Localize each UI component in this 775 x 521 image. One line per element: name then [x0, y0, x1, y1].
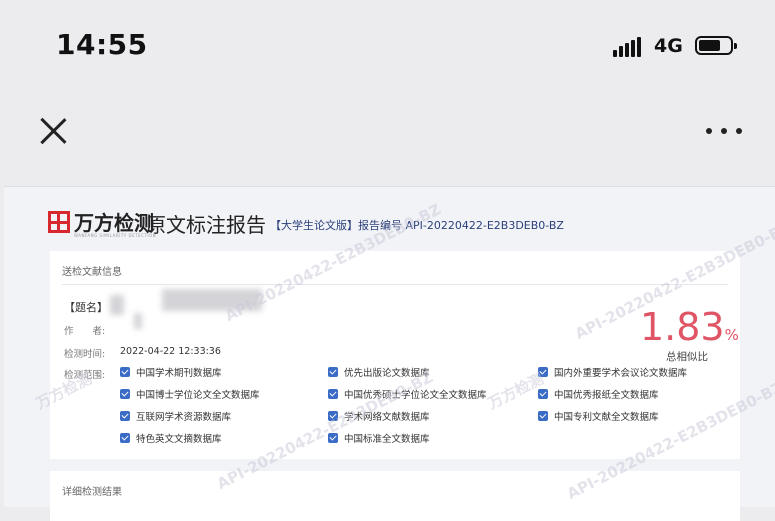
database-item: 优先出版论文数据库 — [328, 365, 430, 379]
database-name: 学术网络文献数据库 — [344, 412, 430, 423]
wanfang-logo-icon — [48, 211, 70, 233]
network-type: 4G — [654, 35, 683, 57]
checkbox-checked-icon — [538, 367, 548, 377]
detail-results-card: 详细检测结果 — [50, 471, 740, 521]
checkbox-checked-icon — [328, 367, 338, 377]
submission-info-card: 送检文献信息 【题名】 作 者: 检测时间: 2022-04-22 12:33:… — [50, 251, 740, 459]
section-label: 详细检测结果 — [62, 487, 122, 498]
similarity-value: 1.83% — [640, 305, 739, 349]
time-value: 2022-04-22 12:33:36 — [120, 346, 221, 357]
database-item: 中国标准全文数据库 — [328, 431, 430, 445]
checkbox-checked-icon — [120, 433, 130, 443]
battery-icon — [695, 36, 737, 55]
more-icon[interactable] — [706, 126, 742, 136]
section-label: 送检文献信息 — [62, 267, 122, 278]
status-bar: 14:55 4G — [0, 0, 775, 92]
scope-label: 检测范围: — [64, 370, 106, 381]
database-item: 中国优秀硕士学位论文全文数据库 — [328, 387, 487, 401]
database-name: 国内外重要学术会议论文数据库 — [554, 368, 688, 379]
time-label: 检测时间: — [64, 349, 106, 360]
checkbox-checked-icon — [538, 411, 548, 421]
database-name: 中国专利文献全文数据库 — [554, 412, 659, 423]
redacted-title — [110, 295, 124, 315]
checkbox-checked-icon — [328, 389, 338, 399]
database-name: 中国优秀报纸全文数据库 — [554, 390, 659, 401]
redacted-title — [162, 289, 262, 311]
database-item: 互联网学术资源数据库 — [120, 409, 231, 423]
database-name: 中国优秀硕士学位论文全文数据库 — [344, 390, 487, 401]
divider — [62, 284, 728, 285]
database-item: 国内外重要学术会议论文数据库 — [538, 365, 687, 379]
checkbox-checked-icon — [120, 367, 130, 377]
navigation-bar — [0, 92, 775, 184]
author-label: 作 者: — [64, 326, 106, 337]
checkbox-checked-icon — [328, 411, 338, 421]
close-icon[interactable] — [38, 116, 68, 146]
database-name: 中国博士学位论文全文数据库 — [136, 390, 260, 401]
status-time: 14:55 — [56, 28, 148, 61]
database-item: 特色英文文摘数据库 — [120, 431, 222, 445]
database-name: 特色英文文摘数据库 — [136, 434, 222, 445]
database-item: 中国专利文献全文数据库 — [538, 409, 659, 423]
title-field-label: 【题名】 — [64, 301, 108, 314]
redacted-author — [134, 313, 142, 329]
report-meta: 【大学生论文版】报告编号 API-20220422-E2B3DEB0-BZ — [270, 219, 564, 232]
checkbox-checked-icon — [120, 389, 130, 399]
report-document: 万方检测 WANFANG SIMILARITY DETECTION 原文标注报告… — [4, 186, 775, 521]
database-item: 中国博士学位论文全文数据库 — [120, 387, 260, 401]
database-name: 互联网学术资源数据库 — [136, 412, 232, 423]
database-name: 中国学术期刊数据库 — [136, 368, 222, 379]
similarity-label: 总相似比 — [666, 351, 708, 363]
checkbox-checked-icon — [538, 389, 548, 399]
database-item: 中国优秀报纸全文数据库 — [538, 387, 659, 401]
checkbox-checked-icon — [328, 433, 338, 443]
logo-text: 万方检测 — [74, 211, 154, 235]
database-item: 学术网络文献数据库 — [328, 409, 430, 423]
checkbox-checked-icon — [120, 411, 130, 421]
database-name: 优先出版论文数据库 — [344, 368, 430, 379]
database-item: 中国学术期刊数据库 — [120, 365, 222, 379]
database-name: 中国标准全文数据库 — [344, 434, 430, 445]
report-title: 原文标注报告 — [146, 213, 266, 237]
logo-subtitle: WANFANG SIMILARITY DETECTION — [74, 233, 157, 238]
signal-icon — [613, 37, 645, 57]
